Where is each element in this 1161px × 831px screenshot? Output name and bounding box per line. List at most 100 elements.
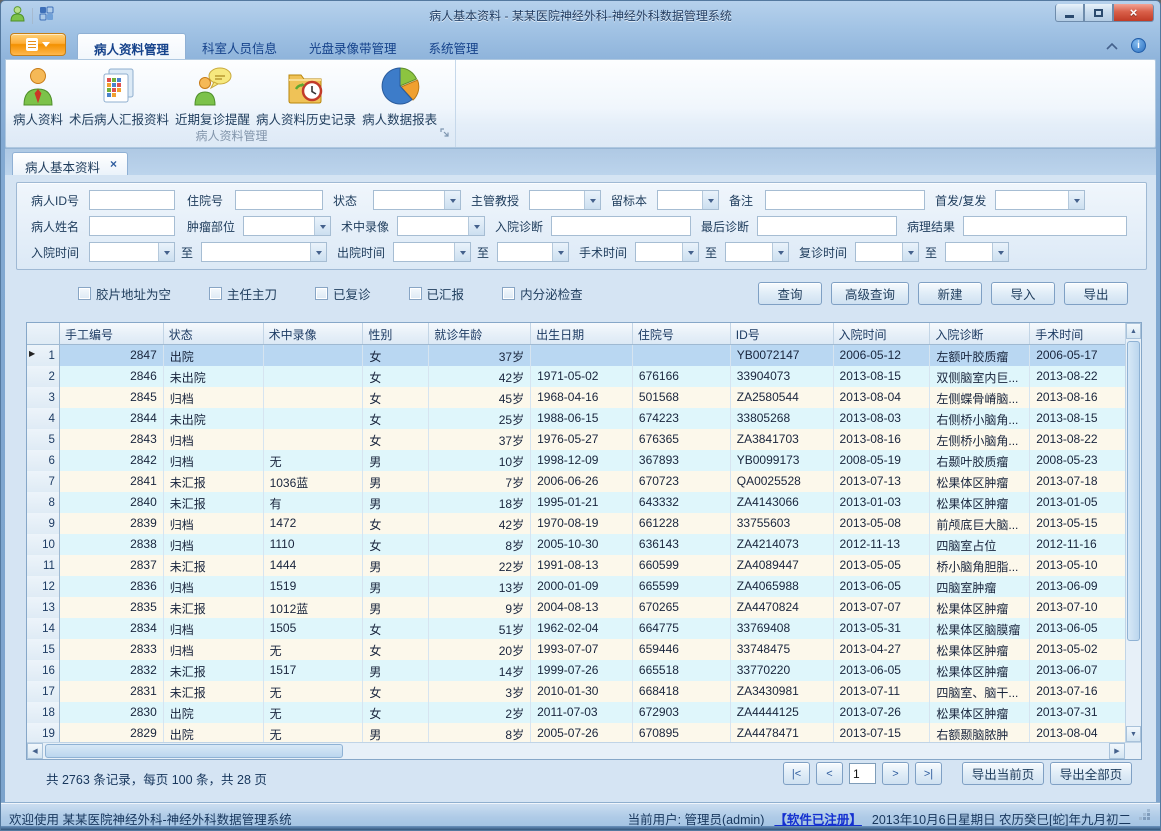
table-row[interactable]: 52843归档女37岁1976-05-27676365ZA38417032013… [27, 429, 1125, 450]
column-header-op-video[interactable]: 术中录像 [264, 323, 364, 344]
followup-time-from-combo[interactable] [855, 242, 919, 262]
tumor-site-combo[interactable] [243, 216, 331, 236]
column-header-op-time[interactable]: 手术时间 [1030, 323, 1125, 344]
ribbon-button-history-record[interactable]: 病人资料历史记录 [253, 63, 359, 130]
vertical-scroll-thumb[interactable] [1127, 341, 1140, 641]
import-button[interactable]: 导入 [991, 282, 1055, 305]
table-row[interactable]: 22846未出院女42岁1971-05-02676166339040732013… [27, 366, 1125, 387]
table-row[interactable]: 92839归档1472女42岁1970-08-19661228337556032… [27, 513, 1125, 534]
tab-close-icon[interactable]: × [110, 157, 117, 176]
table-cell: 女 [363, 366, 429, 387]
export-current-page-button[interactable]: 导出当前页 [962, 762, 1044, 785]
admit-diag-input[interactable] [551, 216, 691, 236]
maximize-button[interactable] [1084, 4, 1113, 22]
table-row[interactable]: ▶12847出院女37岁YB00721472006-05-12左额叶胶质瘤200… [27, 345, 1125, 366]
patient-id-input[interactable] [89, 190, 175, 210]
first-recur-combo[interactable] [995, 190, 1085, 210]
table-row[interactable]: 172831未汇报无女3岁2010-01-30668418ZA343098120… [27, 681, 1125, 702]
column-header-age[interactable]: 就诊年龄 [429, 323, 531, 344]
horizontal-scroll-thumb[interactable] [45, 744, 343, 758]
ribbon-button-postop-report[interactable]: 术后病人汇报资料 [66, 63, 172, 130]
info-icon[interactable]: i [1131, 38, 1146, 53]
checkbox-reported[interactable]: 已汇报 [409, 284, 465, 303]
table-row[interactable]: 122836归档1519男13岁2000-01-09665599ZA406598… [27, 576, 1125, 597]
admit-time-to-combo[interactable] [201, 242, 327, 262]
table-row[interactable]: 42844未出院女25岁1988-06-15674223338052682013… [27, 408, 1125, 429]
export-all-pages-button[interactable]: 导出全部页 [1050, 762, 1132, 785]
document-tab-patient-basic-info[interactable]: 病人基本资料 × [12, 152, 128, 176]
dialog-launcher-icon[interactable] [440, 125, 450, 143]
column-header-gender[interactable]: 性别 [363, 323, 429, 344]
last-diag-input[interactable] [757, 216, 897, 236]
op-time-from-combo[interactable] [635, 242, 699, 262]
table-row[interactable]: 72841未汇报1036蓝男7岁2006-06-26670723QA002552… [27, 471, 1125, 492]
scroll-left-icon[interactable]: ◀ [27, 743, 43, 759]
discharge-time-from-combo[interactable] [393, 242, 471, 262]
column-header-admission-no[interactable]: 住院号 [633, 323, 731, 344]
column-header-admit-diag[interactable]: 入院诊断 [930, 323, 1030, 344]
status-combo[interactable] [373, 190, 461, 210]
ribbon-tab-system[interactable]: 系统管理 [413, 33, 495, 59]
specimen-combo[interactable] [657, 190, 719, 210]
prev-page-button[interactable]: < [816, 762, 843, 785]
table-row[interactable]: 142834归档1505女51岁1962-02-0466477533769408… [27, 618, 1125, 639]
column-header-status[interactable]: 状态 [164, 323, 264, 344]
table-row[interactable]: 102838归档1110女8岁2005-10-30636143ZA4214073… [27, 534, 1125, 555]
table-row[interactable]: 112837未汇报1444男22岁1991-08-13660599ZA40894… [27, 555, 1125, 576]
new-button[interactable]: 新建 [918, 282, 982, 305]
checkbox-film-address-empty[interactable]: 胶片地址为空 [78, 284, 171, 303]
scroll-up-icon[interactable]: ▲ [1126, 323, 1141, 339]
query-button[interactable]: 查询 [758, 282, 822, 305]
checkbox-followed-up[interactable]: 已复诊 [315, 284, 371, 303]
horizontal-scrollbar[interactable]: ◀ ▶ [27, 742, 1141, 759]
first-page-button[interactable]: |< [783, 762, 810, 785]
patient-name-input[interactable] [89, 216, 175, 236]
checkbox-endocrine-exam[interactable]: 内分泌检查 [502, 284, 583, 303]
table-cell: 676166 [633, 366, 731, 387]
table-row[interactable]: 32845归档女45岁1968-04-16501568ZA25805442013… [27, 387, 1125, 408]
app-menu-icon [26, 38, 38, 51]
advanced-query-button[interactable]: 高级查询 [831, 282, 909, 305]
ribbon-tab-department-staff[interactable]: 科室人员信息 [186, 33, 293, 59]
ribbon-tab-patient-management[interactable]: 病人资料管理 [77, 33, 186, 59]
pathology-input[interactable] [963, 216, 1127, 236]
scroll-down-icon[interactable]: ▼ [1126, 726, 1141, 742]
ribbon-button-followup-reminder[interactable]: 近期复诊提醒 [172, 63, 253, 130]
table-row[interactable]: 162832未汇报1517男14岁1999-07-266655183377022… [27, 660, 1125, 681]
export-button[interactable]: 导出 [1064, 282, 1128, 305]
table-row[interactable]: 182830出院无女2岁2011-07-03672903ZA4444125201… [27, 702, 1125, 723]
column-header-admit-time[interactable]: 入院时间 [834, 323, 931, 344]
resize-grip[interactable] [1147, 817, 1150, 820]
collapse-ribbon-icon[interactable] [1105, 40, 1119, 52]
ribbon-tab-disc-management[interactable]: 光盘录像带管理 [293, 33, 413, 59]
vertical-scrollbar[interactable]: ▲ ▼ [1125, 323, 1141, 742]
table-row[interactable]: 192829出院无男8岁2005-07-26670895ZA4478471201… [27, 723, 1125, 742]
remark-input[interactable] [765, 190, 925, 210]
op-video-combo[interactable] [397, 216, 485, 236]
close-button[interactable]: × [1113, 4, 1154, 22]
application-menu-button[interactable] [10, 33, 66, 56]
ribbon-button-patient-info[interactable]: 病人资料 [10, 63, 66, 130]
last-page-button[interactable]: >| [915, 762, 942, 785]
ribbon-button-data-report[interactable]: 病人数据报表 [359, 63, 440, 130]
checkbox-chief-surgeon[interactable]: 主任主刀 [209, 284, 277, 303]
discharge-time-to-combo[interactable] [497, 242, 569, 262]
row-number: 5 [49, 434, 55, 446]
scroll-right-icon[interactable]: ▶ [1109, 743, 1125, 759]
table-row[interactable]: 132835未汇报1012蓝男9岁2004-08-13670265ZA44708… [27, 597, 1125, 618]
table-row[interactable]: 62842归档无男10岁1998-12-09367893YB0099173200… [27, 450, 1125, 471]
column-header-manual-no[interactable]: 手工编号 [60, 323, 164, 344]
minimize-button[interactable] [1055, 4, 1084, 22]
table-row[interactable]: 152833归档无女20岁1993-07-0765944633748475201… [27, 639, 1125, 660]
followup-time-to-combo[interactable] [945, 242, 1009, 262]
column-header-birthdate[interactable]: 出生日期 [531, 323, 633, 344]
next-page-button[interactable]: > [882, 762, 909, 785]
admission-no-input[interactable] [235, 190, 323, 210]
table-row[interactable]: 82840未汇报有男18岁1995-01-21643332ZA414306620… [27, 492, 1125, 513]
column-header-id[interactable]: ID号 [731, 323, 834, 344]
page-number-input[interactable] [849, 763, 876, 784]
professor-combo[interactable] [529, 190, 601, 210]
admit-time-from-combo[interactable] [89, 242, 175, 262]
op-time-to-combo[interactable] [725, 242, 789, 262]
window-title: 病人基本资料 - 某某医院神经外科-神经外科数据管理系统 [1, 7, 1160, 24]
